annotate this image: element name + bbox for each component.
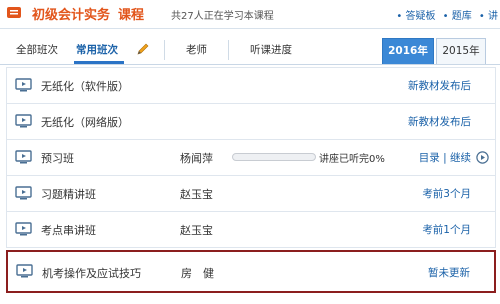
course-status: 新教材发布后 — [408, 80, 471, 92]
tab-divider — [228, 40, 229, 60]
teacher-name: 赵玉宝 — [180, 224, 213, 237]
list-item[interactable]: 无纸化（软件版） 新教材发布后 — [6, 67, 496, 104]
page-title: 初级会计实务 课程 — [32, 4, 144, 23]
video-icon — [15, 78, 32, 92]
class-tabs-bar: 全部班次 常用班次 老师 听课进度 2016年 2015年 — [0, 34, 500, 65]
course-name[interactable]: 无纸化（网络版） — [41, 114, 129, 130]
course-status: 暂未更新 — [428, 267, 470, 279]
course-name: 初级会计实务 — [32, 8, 111, 23]
tab-all-classes[interactable]: 全部班次 — [16, 42, 58, 57]
list-item-highlighted[interactable]: 机考操作及应试技巧 房 健 暂未更新 — [6, 250, 496, 293]
video-icon — [15, 114, 32, 128]
catalog-continue-links[interactable]: 目录 | 继续 — [419, 150, 471, 165]
course-name[interactable]: 考点串讲班 — [41, 222, 96, 238]
progress-text: 讲座已听完0% — [319, 154, 385, 165]
video-icon — [15, 222, 32, 236]
year-tab-2016[interactable]: 2016年 — [382, 38, 434, 64]
course-name[interactable]: 习题精讲班 — [41, 186, 96, 202]
play-circle-icon[interactable] — [476, 151, 489, 164]
video-icon — [15, 150, 32, 164]
teacher-name: 杨闻萍 — [180, 152, 213, 165]
teacher-name: 赵玉宝 — [180, 188, 213, 201]
course-header: 初级会计实务 课程 共27人正在学习本课程 • 答疑板 • 题库 • 讲 — [0, 0, 500, 29]
list-item[interactable]: 无纸化（网络版） 新教材发布后 — [6, 104, 496, 140]
course-status: 考前1个月 — [422, 224, 471, 236]
course-name[interactable]: 预习班 — [41, 150, 74, 166]
question-bank-link[interactable]: • 题库 — [443, 11, 472, 22]
tab-progress: 听课进度 — [250, 44, 292, 56]
list-item[interactable]: 考点串讲班 赵玉宝 考前1个月 — [6, 212, 496, 248]
course-name[interactable]: 无纸化（软件版） — [41, 78, 129, 94]
video-icon — [16, 264, 33, 278]
course-name[interactable]: 机考操作及应试技巧 — [42, 265, 141, 281]
course-label: 课程 — [118, 8, 145, 23]
top-links: • 答疑板 • 题库 • 讲 — [392, 7, 498, 22]
lecture-link[interactable]: • 讲 — [479, 11, 498, 22]
course-list: 无纸化（软件版） 新教材发布后 无纸化（网络版） 新教材发布后 预习班 杨闻萍 … — [6, 67, 496, 293]
course-status: 考前3个月 — [422, 188, 471, 200]
year-tab-2015[interactable]: 2015年 — [436, 38, 486, 64]
active-tab-indicator — [74, 61, 124, 64]
list-item[interactable]: 习题精讲班 赵玉宝 考前3个月 — [6, 176, 496, 212]
learner-count-text: 共27人正在学习本课程 — [171, 11, 274, 22]
tab-divider — [164, 40, 165, 60]
teacher-name: 房 健 — [181, 267, 214, 280]
edit-pencil-icon[interactable] — [136, 42, 150, 56]
qa-board-link[interactable]: • 答疑板 — [396, 11, 435, 22]
tab-teacher: 老师 — [186, 44, 207, 56]
course-status: 新教材发布后 — [408, 116, 471, 128]
list-item[interactable]: 预习班 杨闻萍 讲座已听完0% 目录 | 继续 — [6, 140, 496, 176]
tab-common-classes[interactable]: 常用班次 — [76, 42, 118, 57]
progress-bar — [232, 153, 316, 161]
video-icon — [15, 186, 32, 200]
course-book-icon — [7, 7, 21, 18]
